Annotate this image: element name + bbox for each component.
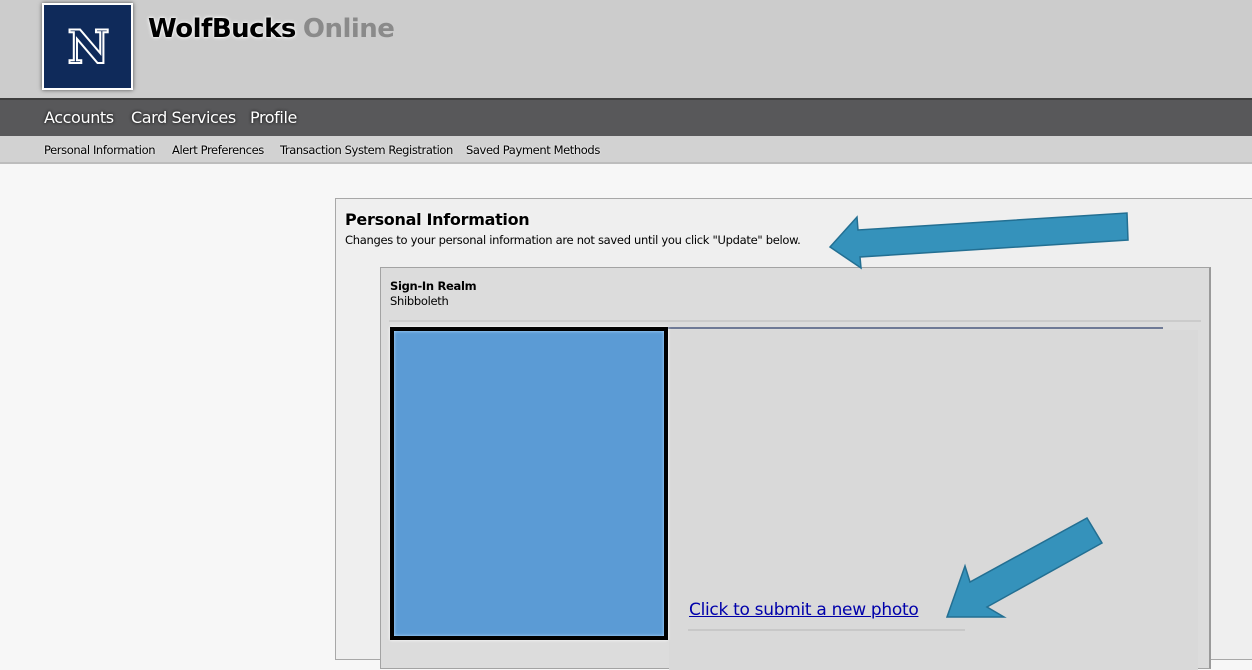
page-title: Personal Information [345,210,530,229]
main-nav: Accounts Card Services Profile [0,98,1252,136]
arrow-annotation-icon [945,516,1104,618]
logo-letter: N [66,19,110,75]
nav-accounts[interactable]: Accounts [44,108,114,127]
sub-nav: Personal Information Alert Preferences T… [0,136,1252,164]
divider [688,629,965,631]
page-description: Changes to your personal information are… [345,233,801,247]
submit-photo-link[interactable]: Click to submit a new photo [689,600,919,620]
realm-value: Shibboleth [390,294,449,308]
header: N WolfBucks Online [0,0,1252,98]
divider [389,320,1201,322]
nav-card-services[interactable]: Card Services [131,108,236,127]
divider [667,327,1163,329]
brand-main: WolfBucks [148,14,296,44]
nav-profile[interactable]: Profile [250,108,297,127]
realm-label: Sign-In Realm [390,279,477,293]
subnav-personal-information[interactable]: Personal Information [44,143,156,157]
brand-sub: Online [302,14,395,44]
subnav-saved-payment-methods[interactable]: Saved Payment Methods [466,143,600,157]
brand-title: WolfBucks Online [148,14,395,44]
profile-photo [390,327,668,640]
university-logo[interactable]: N [42,3,133,90]
subnav-transaction-system-registration[interactable]: Transaction System Registration [280,143,453,157]
subnav-alert-preferences[interactable]: Alert Preferences [172,143,264,157]
arrow-annotation-icon [828,212,1129,270]
